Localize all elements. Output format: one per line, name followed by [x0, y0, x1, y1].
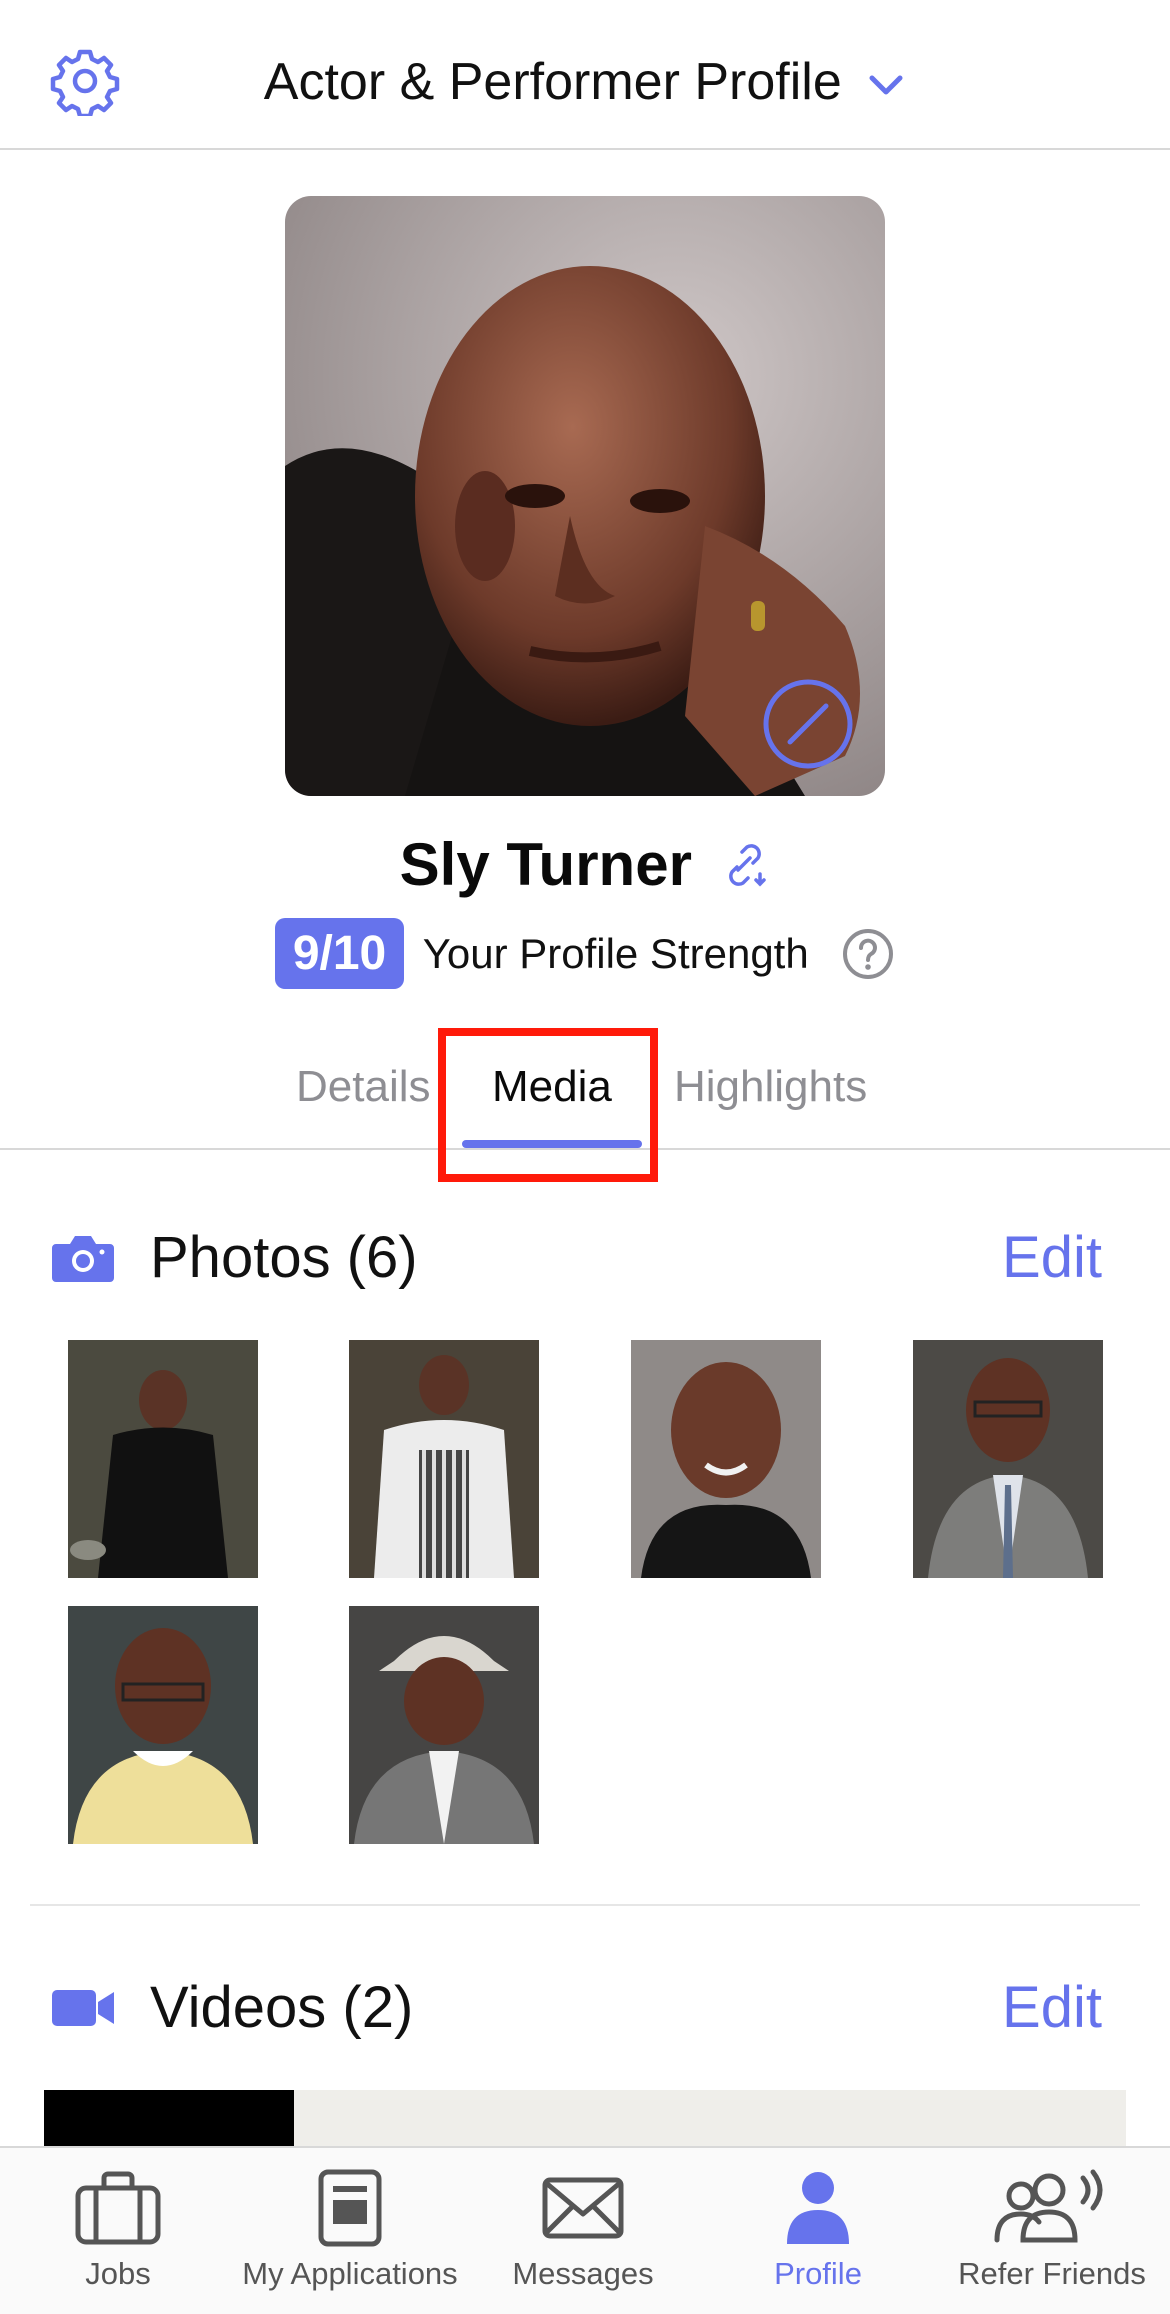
photo-thumbnail[interactable] — [913, 1340, 1103, 1578]
video-camera-icon — [52, 1990, 114, 2026]
edit-photo-icon[interactable] — [760, 676, 856, 772]
page-title: Actor & Performer Profile — [263, 53, 842, 111]
profile-strength-row: 9/10 Your Profile Strength — [0, 918, 1170, 989]
nav-my-applications[interactable]: My Applications — [240, 2168, 460, 2292]
section-divider — [30, 1904, 1140, 1906]
envelope-icon — [542, 2177, 624, 2239]
photo-thumbnail[interactable] — [68, 1606, 258, 1844]
nav-jobs[interactable]: Jobs — [58, 2168, 178, 2292]
profile-name: Sly Turner — [399, 831, 692, 898]
nav-profile-label: Profile — [774, 2256, 862, 2291]
briefcase-icon — [75, 2171, 161, 2245]
nav-refer-friends[interactable]: Refer Friends — [950, 2168, 1154, 2292]
bottom-navigation: Jobs My Applications Messages Profile Re… — [0, 2146, 1170, 2314]
video-thumbnail[interactable] — [44, 2090, 294, 2150]
photos-edit-button[interactable]: Edit — [1002, 1224, 1102, 1291]
profile-type-selector[interactable]: Actor & Performer Profile — [0, 52, 1170, 112]
photos-section-header: Photos (6) Edit — [0, 1220, 1170, 1300]
videos-section-header: Videos (2) Edit — [0, 1970, 1170, 2050]
help-icon[interactable] — [841, 927, 895, 981]
nav-messages[interactable]: Messages — [508, 2168, 658, 2292]
photo-thumbnail[interactable] — [631, 1340, 821, 1578]
share-link-icon[interactable] — [720, 840, 770, 890]
tab-highlights[interactable]: Highlights — [674, 1062, 867, 1112]
nav-jobs-label: Jobs — [85, 2256, 151, 2291]
top-bar: Actor & Performer Profile — [0, 0, 1170, 150]
tab-details[interactable]: Details — [296, 1062, 431, 1112]
refer-friends-icon — [994, 2169, 1103, 2243]
person-icon — [787, 2172, 849, 2244]
nav-profile[interactable]: Profile — [768, 2168, 868, 2292]
nav-refer-friends-label: Refer Friends — [958, 2256, 1146, 2291]
camera-icon — [52, 1236, 114, 1282]
strength-label: Your Profile Strength — [422, 929, 809, 977]
photo-thumbnail[interactable] — [349, 1340, 539, 1578]
photos-title: Photos (6) — [150, 1225, 418, 1290]
nav-my-applications-label: My Applications — [242, 2256, 458, 2291]
photo-thumbnail[interactable] — [349, 1606, 539, 1844]
profile-name-row: Sly Turner — [0, 830, 1170, 899]
highlight-annotation-box — [438, 1028, 658, 1182]
document-icon — [318, 2169, 382, 2247]
photo-thumbnail[interactable] — [68, 1340, 258, 1578]
chevron-down-icon — [869, 75, 903, 95]
strength-score-badge: 9/10 — [274, 918, 405, 989]
videos-edit-button[interactable]: Edit — [1002, 1974, 1102, 2041]
nav-messages-label: Messages — [512, 2256, 654, 2291]
videos-title: Videos (2) — [150, 1975, 414, 2040]
